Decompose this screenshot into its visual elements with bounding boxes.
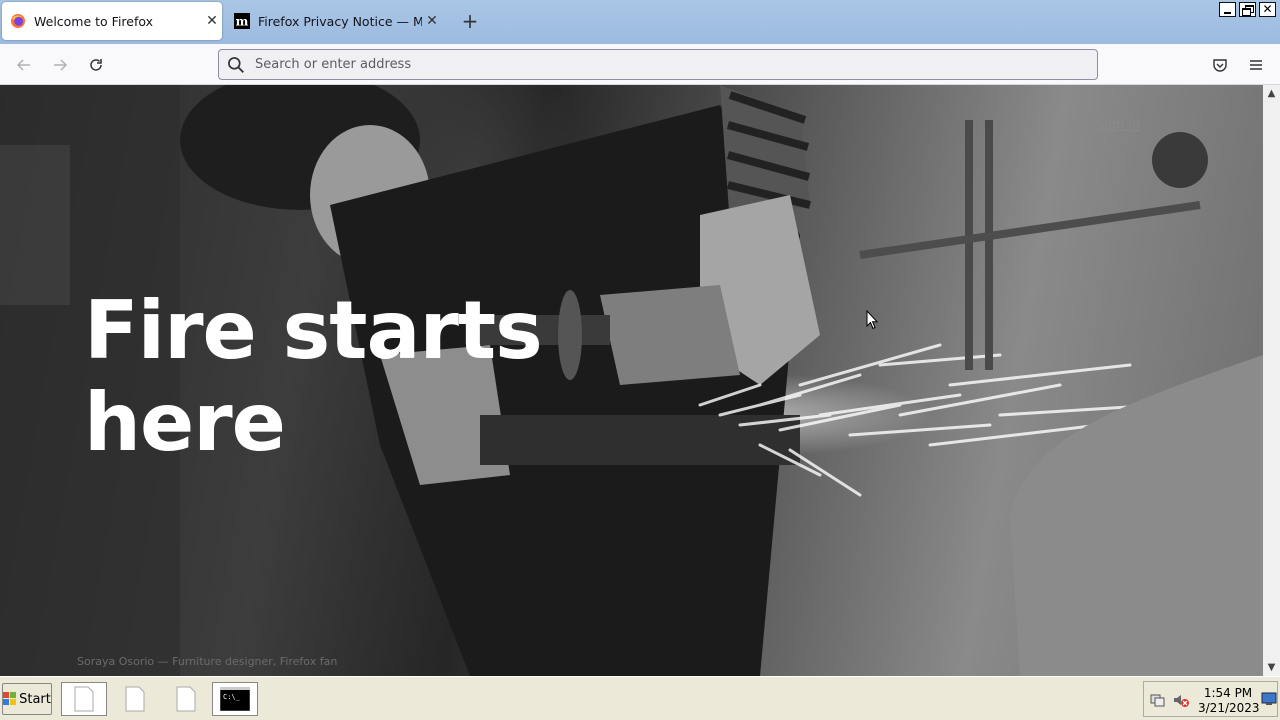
plus-icon[interactable]: + xyxy=(458,10,482,34)
taskbar-document-3[interactable] xyxy=(163,682,209,716)
mozilla-m-icon: m xyxy=(234,13,250,29)
network-icon[interactable] xyxy=(1150,692,1166,708)
search-icon xyxy=(228,56,244,73)
restore-window-icon[interactable] xyxy=(1239,2,1256,17)
tab-firefox-privacy-notice[interactable]: m Firefox Privacy Notice — Mozilla ✕ xyxy=(226,2,442,40)
tab-strip: Welcome to Firefox ✕ m Firefox Privacy N… xyxy=(0,0,1280,44)
system-tray: 1:54 PM 3/21/2023 xyxy=(1143,681,1278,717)
show-desktop-icon[interactable] xyxy=(1261,692,1277,706)
reload-icon[interactable] xyxy=(83,52,109,78)
search-input[interactable] xyxy=(253,56,1057,73)
document-icon xyxy=(74,686,94,712)
vertical-scrollbar[interactable]: ▲ ▼ xyxy=(1263,85,1280,676)
tab-welcome-to-firefox[interactable]: Welcome to Firefox ✕ xyxy=(2,2,222,40)
headline-line-2: here xyxy=(84,376,286,469)
minimize-window-icon[interactable] xyxy=(1219,2,1236,17)
headline-line-1: Fire starts xyxy=(84,284,543,377)
windows-logo-icon xyxy=(3,692,17,705)
scroll-down-icon[interactable]: ▼ xyxy=(1263,659,1280,676)
terminal-icon: C:\_ xyxy=(220,687,250,711)
start-label: Start xyxy=(19,691,51,707)
close-tab-icon[interactable]: ✕ xyxy=(422,13,442,29)
back-arrow-icon[interactable] xyxy=(11,52,37,78)
close-window-icon[interactable]: ✕ xyxy=(1259,2,1276,17)
mouse-cursor-icon xyxy=(866,310,878,330)
taskbar-terminal[interactable]: C:\_ xyxy=(212,682,258,716)
tab-title: Firefox Privacy Notice — Mozilla xyxy=(258,13,422,29)
pocket-icon[interactable] xyxy=(1207,52,1233,78)
taskbar-document-2[interactable] xyxy=(112,682,158,716)
start-button[interactable]: Start xyxy=(2,683,52,715)
tab-title: Welcome to Firefox xyxy=(34,13,154,29)
firefox-icon xyxy=(11,14,25,28)
document-icon xyxy=(125,686,145,712)
address-bar[interactable] xyxy=(218,49,1098,80)
scroll-up-icon[interactable]: ▲ xyxy=(1263,85,1280,102)
navigation-toolbar xyxy=(0,44,1280,85)
svg-text:C:\_: C:\_ xyxy=(223,693,241,701)
welcome-page-hero: Sign in Fire starts here Soraya Osorio —… xyxy=(0,85,1263,676)
clock[interactable]: 1:54 PM 3/21/2023 xyxy=(1198,686,1260,716)
close-tab-icon[interactable]: ✕ xyxy=(202,13,222,29)
clock-date: 3/21/2023 xyxy=(1198,701,1260,715)
svg-text:m: m xyxy=(236,15,249,29)
hamburger-menu-icon[interactable] xyxy=(1243,52,1269,78)
clock-time: 1:54 PM xyxy=(1203,686,1253,700)
taskbar: Start C:\_ 1:54 PM 3/21/2023 xyxy=(0,676,1280,720)
taskbar-document-1[interactable] xyxy=(61,682,107,716)
photo-credit: Soraya Osorio — Furniture designer, Fire… xyxy=(77,655,338,668)
document-icon xyxy=(176,686,196,712)
volume-muted-icon[interactable] xyxy=(1173,692,1189,708)
page-headline: Fire starts here xyxy=(84,284,543,469)
forward-arrow-icon[interactable] xyxy=(47,52,73,78)
sign-in-link[interactable]: Sign in xyxy=(1096,118,1140,133)
